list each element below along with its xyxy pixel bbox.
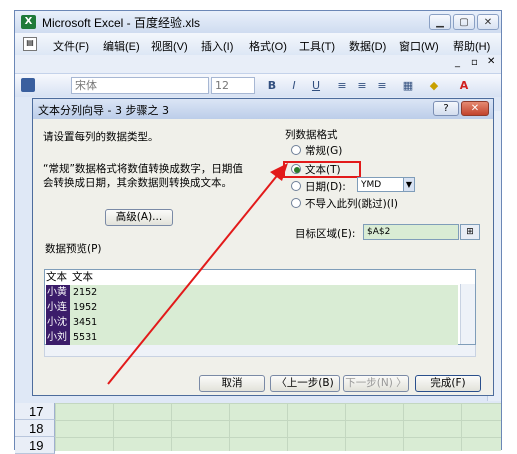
annotation-arrow (107, 163, 288, 385)
arrow-head (270, 163, 288, 181)
arrow-shaft (107, 171, 281, 385)
